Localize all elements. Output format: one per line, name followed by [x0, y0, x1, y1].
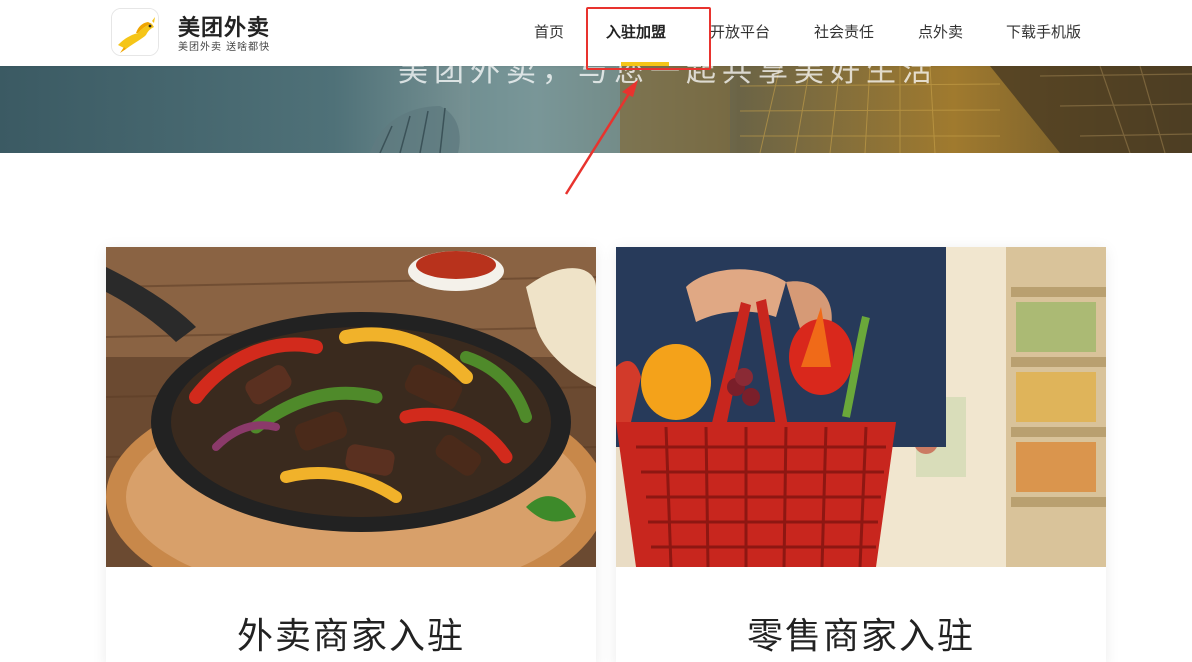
card-title-retail-merchant: 零售商家入驻 [746, 616, 975, 657]
nav-item-download-app[interactable]: 下载手机版 [1006, 21, 1081, 42]
nav-item-open-platform[interactable]: 开放平台 [710, 21, 770, 42]
food-merchant-card[interactable]: 外卖商家入驻 [106, 247, 596, 662]
highlight-box [586, 7, 711, 70]
nav-item-social-responsibility[interactable]: 社会责任 [814, 21, 874, 42]
kangaroo-logo-icon[interactable] [111, 8, 159, 56]
fajitas-skillet-photo [106, 247, 596, 567]
hero-banner: 美团外卖，与您一起共享美好生活 [0, 66, 1192, 153]
retail-merchant-card[interactable]: 零售商家入驻 [616, 247, 1106, 662]
brand-subtitle: 美团外卖 送啥都快 [178, 42, 271, 53]
nav-item-order-food[interactable]: 点外卖 [918, 21, 963, 42]
card-title-food-merchant: 外卖商家入驻 [236, 616, 465, 657]
grocery-basket-photo [616, 247, 1106, 567]
page: 美团外卖 美团外卖 送啥都快 首页 入驻加盟 开放平台 社会责任 点外卖 下载手… [0, 0, 1192, 662]
nav-item-home[interactable]: 首页 [534, 21, 564, 42]
